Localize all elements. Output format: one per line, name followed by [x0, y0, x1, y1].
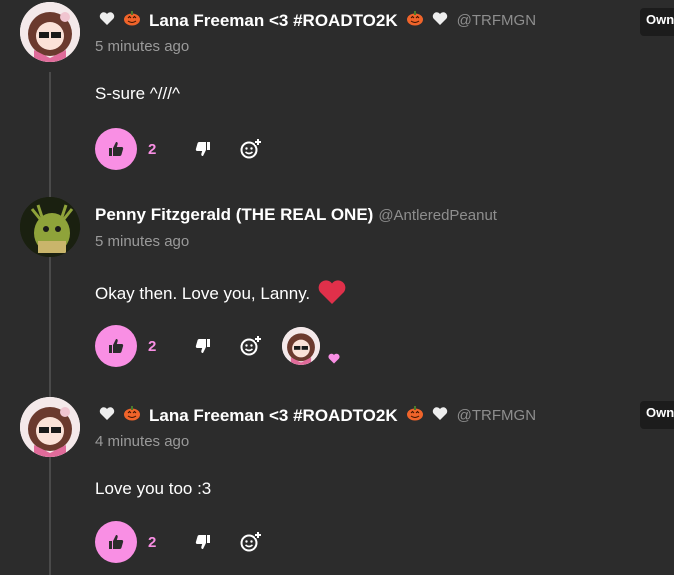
- author-name[interactable]: Lana Freeman <3 #ROADTO2K: [149, 406, 398, 426]
- author-handle[interactable]: @TRFMGN: [457, 12, 536, 29]
- comment-header: Lana Freeman <3 #ROADTO2K @TRFMGN: [95, 10, 536, 31]
- comment-actions: 2: [95, 521, 284, 563]
- reactor-avatar[interactable]: [282, 327, 320, 365]
- like-button[interactable]: [95, 128, 137, 170]
- dislike-button[interactable]: [188, 331, 218, 361]
- pumpkin-icon: [406, 10, 424, 31]
- comment-header: Lana Freeman <3 #ROADTO2K @TRFMGN: [95, 405, 536, 426]
- pumpkin-icon: [406, 405, 424, 426]
- timestamp: 4 minutes ago: [95, 433, 190, 450]
- author-name[interactable]: Penny Fitzgerald (THE REAL ONE): [95, 205, 373, 225]
- pumpkin-icon: [123, 10, 141, 31]
- like-button[interactable]: [95, 521, 137, 563]
- author-handle[interactable]: @TRFMGN: [457, 407, 536, 424]
- thumbs-down-icon: [195, 535, 210, 549]
- comment-text: Love you too :3: [95, 479, 212, 498]
- white-heart-icon: [432, 11, 448, 31]
- timestamp: 5 minutes ago: [95, 38, 190, 55]
- thumbs-up-icon: [109, 339, 124, 353]
- avatar[interactable]: [20, 2, 80, 62]
- avatar[interactable]: [20, 397, 80, 457]
- comment-actions: 2: [95, 325, 320, 367]
- dislike-button[interactable]: [188, 527, 218, 557]
- white-heart-icon: [432, 406, 448, 426]
- comment: Lana Freeman <3 #ROADTO2K @TRFMGN Owner …: [0, 397, 674, 575]
- thumbs-up-icon: [109, 142, 124, 156]
- comment-actions: 2: [95, 128, 284, 170]
- like-count: 2: [148, 140, 157, 158]
- add-reaction-icon: [240, 139, 261, 159]
- red-heart-icon: [318, 280, 346, 304]
- white-heart-icon: [99, 11, 115, 31]
- like-button[interactable]: [95, 325, 137, 367]
- like-count: 2: [148, 337, 157, 355]
- timestamp: 5 minutes ago: [95, 233, 190, 250]
- pumpkin-icon: [123, 405, 141, 426]
- comment-text-content: Okay then. Love you, Lanny.: [95, 284, 311, 303]
- comment: Penny Fitzgerald (THE REAL ONE) @Antlere…: [0, 197, 674, 387]
- comment: Lana Freeman <3 #ROADTO2K @TRFMGN Owner …: [0, 2, 674, 192]
- pink-heart-icon: [328, 353, 340, 364]
- add-reaction-button[interactable]: [236, 134, 266, 164]
- add-reaction-button[interactable]: [236, 527, 266, 557]
- thumbs-up-icon: [109, 535, 124, 549]
- add-reaction-icon: [240, 532, 261, 552]
- owner-badge: Owner: [640, 8, 674, 36]
- white-heart-icon: [99, 406, 115, 426]
- thumbs-down-icon: [195, 339, 210, 353]
- avatar[interactable]: [20, 197, 80, 257]
- comment-text: Okay then. Love you, Lanny.: [95, 279, 347, 305]
- author-handle[interactable]: @AntleredPeanut: [378, 207, 497, 224]
- add-reaction-button[interactable]: [236, 331, 266, 361]
- thumbs-down-icon: [195, 142, 210, 156]
- author-name[interactable]: Lana Freeman <3 #ROADTO2K: [149, 11, 398, 31]
- owner-badge: Owner: [640, 401, 674, 429]
- dislike-button[interactable]: [188, 134, 218, 164]
- comment-text: S-sure ^///^: [95, 84, 180, 103]
- like-count: 2: [148, 533, 157, 551]
- comment-header: Penny Fitzgerald (THE REAL ONE) @Antlere…: [95, 205, 497, 225]
- add-reaction-icon: [240, 336, 261, 356]
